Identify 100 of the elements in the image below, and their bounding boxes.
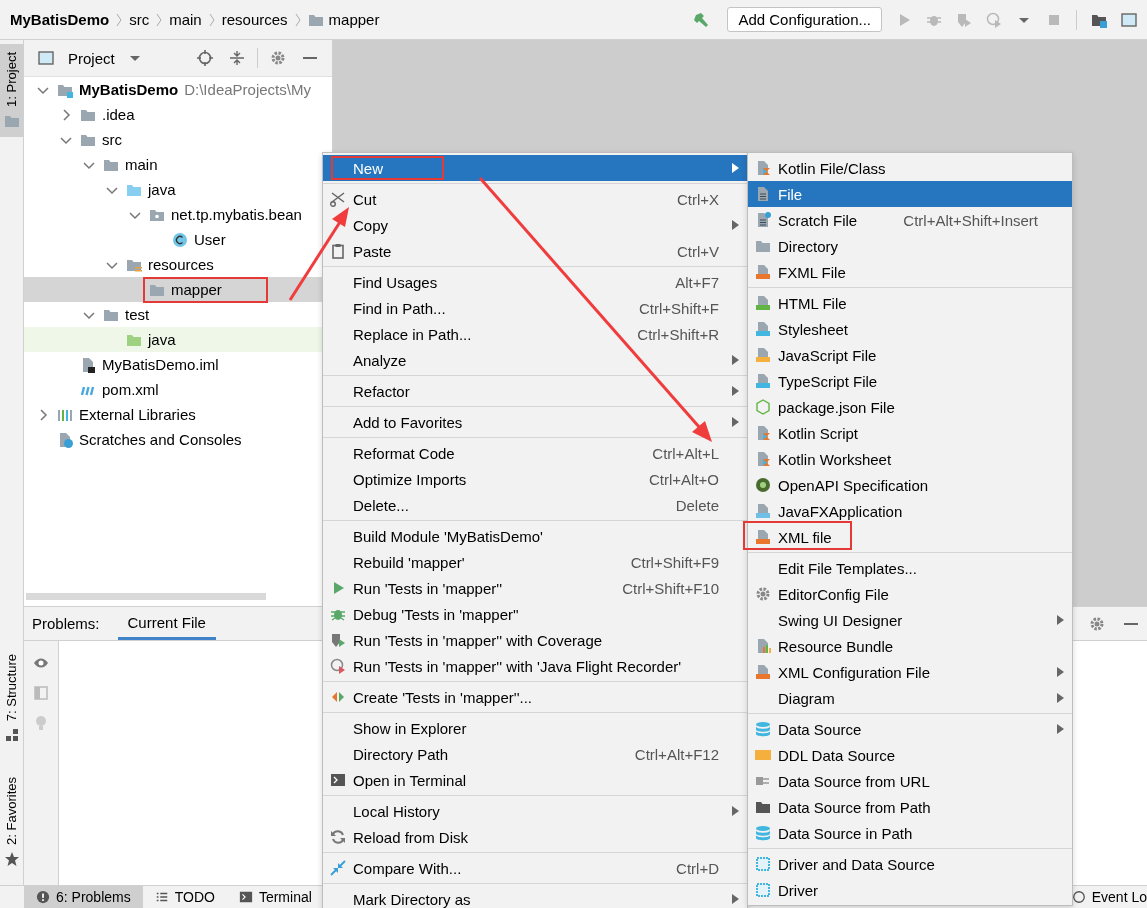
menu-item[interactable]: Kotlin File/Class — [748, 155, 1072, 181]
gear-icon — [755, 586, 771, 602]
menu-item[interactable]: Kotlin Script — [748, 420, 1072, 446]
breadcrumb-item[interactable]: MyBatisDemo — [10, 11, 110, 28]
menu-item[interactable]: FXML File — [748, 259, 1072, 285]
tree-item[interactable]: MyBatisDemo D:\IdeaProjects\My — [24, 77, 332, 102]
gear-icon[interactable] — [1089, 615, 1105, 632]
menu-item[interactable]: Resource Bundle — [748, 633, 1072, 659]
menu-item[interactable]: Data Source from Path — [748, 794, 1072, 820]
file-icon — [755, 664, 771, 680]
menu-item[interactable]: package.json File — [748, 394, 1072, 420]
menu-item[interactable]: Run 'Tests in 'mapper'' with Coverage — [323, 627, 747, 653]
tree-item[interactable]: .idea — [24, 102, 332, 127]
terminal-icon — [238, 890, 253, 904]
file-icon — [755, 347, 771, 363]
scratch-file-icon — [57, 431, 73, 448]
menu-item[interactable]: Directory Path Ctrl+Alt+F12 — [323, 741, 747, 767]
menu-item[interactable]: Driver and Data Source — [748, 851, 1072, 877]
menu-item[interactable]: Debug 'Tests in 'mapper'' — [323, 601, 747, 627]
menu-item[interactable]: Optimize Imports Ctrl+Alt+O — [323, 466, 747, 492]
cog-icon — [755, 477, 771, 493]
menu-item[interactable]: Mark Directory as — [323, 886, 747, 908]
chevron-right-icon — [115, 11, 124, 28]
menu-item[interactable]: TypeScript File — [748, 368, 1072, 394]
window-icon[interactable] — [1121, 11, 1137, 28]
crosshair-icon[interactable] — [197, 50, 213, 66]
menu-item[interactable]: JavaScript File — [748, 342, 1072, 368]
structure-icon — [3, 727, 20, 744]
gear-icon[interactable] — [270, 50, 286, 66]
menu-item[interactable]: XML Configuration File — [748, 659, 1072, 685]
panel-title: Problems: — [32, 615, 100, 632]
scrollbar[interactable] — [26, 593, 266, 600]
folder-icon — [755, 238, 771, 254]
hexagon-icon — [755, 399, 771, 415]
menu-item[interactable]: Stylesheet — [748, 316, 1072, 342]
add-configuration-button[interactable]: Add Configuration... — [727, 7, 882, 32]
menu-item[interactable]: New — [323, 155, 747, 181]
breadcrumb-item[interactable]: src — [129, 11, 150, 28]
breadcrumb-item[interactable]: main — [169, 11, 202, 28]
menu-item[interactable]: EditorConfig File — [748, 581, 1072, 607]
menu-item[interactable]: Show in Explorer — [323, 715, 747, 741]
menu-item[interactable]: Scratch File Ctrl+Alt+Shift+Insert — [748, 207, 1072, 233]
diamond-arrows-icon — [330, 689, 346, 705]
file-icon — [755, 160, 771, 176]
window-icon — [38, 50, 54, 66]
tool-window-tab[interactable]: 6: Problems — [24, 886, 143, 908]
tag-icon — [755, 747, 771, 763]
tool-window-tab[interactable]: 2: Favorites — [0, 769, 23, 875]
menu-item[interactable]: Create 'Tests in 'mapper''... — [323, 684, 747, 710]
menu-item[interactable]: Run 'Tests in 'mapper'' Ctrl+Shift+F10 — [323, 575, 747, 601]
list-icon — [154, 890, 169, 904]
database-icon — [755, 825, 771, 841]
menu-item[interactable]: Data Source from URL — [748, 768, 1072, 794]
chip-icon — [755, 882, 771, 898]
clock-play-icon — [330, 658, 346, 674]
chart-file-icon — [755, 638, 771, 654]
menu-item[interactable]: Build Module 'MyBatisDemo' — [323, 523, 747, 549]
chevron-right-icon — [293, 11, 302, 28]
chip-icon — [755, 856, 771, 872]
chevron-right-icon — [207, 11, 216, 28]
scissors-icon — [330, 191, 346, 207]
menu-item[interactable]: Run 'Tests in 'mapper'' with 'Java Flight Recorder' — [323, 653, 747, 679]
tool-window-tab[interactable]: TODO — [142, 886, 227, 908]
tool-window-tab[interactable]: 7: Structure — [0, 645, 23, 752]
folder-icon — [755, 799, 771, 815]
file-icon — [755, 373, 771, 389]
clipboard-icon — [330, 243, 346, 259]
menu-item[interactable]: Open in Terminal — [323, 767, 747, 793]
menu-item[interactable]: Rebuild 'mapper' Ctrl+Shift+F9 — [323, 549, 747, 575]
hammer-icon[interactable] — [693, 11, 710, 28]
menu-item[interactable]: Directory — [748, 233, 1072, 259]
menu-item[interactable]: Data Source — [748, 716, 1072, 742]
menu-item[interactable]: JavaFXApplication — [748, 498, 1072, 524]
compare-icon — [330, 860, 346, 876]
menu-item[interactable]: XML file — [748, 524, 1072, 550]
breadcrumb-item[interactable]: resources — [221, 11, 288, 28]
menu-item[interactable]: Data Source in Path — [748, 820, 1072, 846]
menu-item[interactable]: Local History — [323, 798, 747, 824]
file-icon — [80, 356, 96, 373]
breadcrumb-item[interactable]: mapper — [307, 11, 380, 28]
file-icon — [755, 186, 771, 202]
menu-item[interactable]: Compare With... Ctrl+D — [323, 855, 747, 881]
file-icon — [755, 295, 771, 311]
tree-item[interactable]: src — [24, 127, 332, 152]
menu-item[interactable]: HTML File — [748, 290, 1072, 316]
menu-item[interactable]: Edit File Templates... — [748, 555, 1072, 581]
menu-item[interactable]: Add to Favorites — [323, 409, 747, 435]
menu-item[interactable]: Swing UI Designer — [748, 607, 1072, 633]
menu-item[interactable]: DDL Data Source — [748, 742, 1072, 768]
menu-item[interactable]: File — [748, 181, 1072, 207]
panel-title[interactable]: Project — [68, 49, 115, 67]
menu-item[interactable]: Diagram — [748, 685, 1072, 711]
menu-item[interactable]: Kotlin Worksheet — [748, 446, 1072, 472]
menu-item[interactable]: Delete... Delete — [323, 492, 747, 518]
tool-window-tab[interactable]: 1: Project — [0, 44, 23, 137]
menu-item[interactable]: Reload from Disk — [323, 824, 747, 850]
menu-item[interactable]: OpenAPI Specification — [748, 472, 1072, 498]
menu-item[interactable]: Refactor — [323, 378, 747, 404]
scratch-file-icon — [755, 212, 771, 228]
collapse-icon[interactable] — [229, 50, 245, 66]
